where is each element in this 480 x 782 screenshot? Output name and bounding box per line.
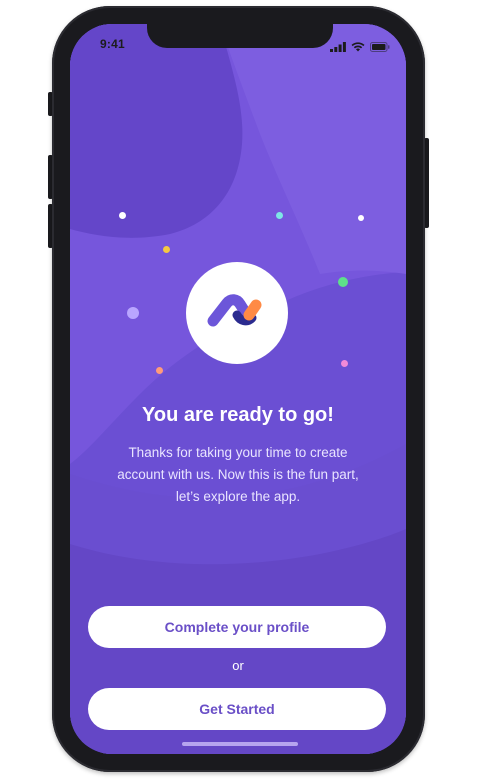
home-indicator xyxy=(182,742,298,746)
status-icons xyxy=(330,39,390,57)
page-title: You are ready to go! xyxy=(142,404,334,426)
wifi-icon xyxy=(351,39,365,57)
confetti-dot xyxy=(358,215,364,221)
confetti-dot xyxy=(163,246,170,253)
confetti-dot xyxy=(341,360,348,367)
logo-badge xyxy=(186,262,288,364)
notch xyxy=(147,24,333,48)
confetti-dot xyxy=(338,277,348,287)
stage: 9:41 You are ready to go! Thanks for tak… xyxy=(0,0,480,782)
get-started-button[interactable]: Get Started xyxy=(88,688,386,730)
or-separator: or xyxy=(232,658,244,673)
page-subtitle: Thanks for taking your time to create ac… xyxy=(117,445,359,504)
status-time: 9:41 xyxy=(100,37,125,51)
phone-screen: 9:41 You are ready to go! Thanks for tak… xyxy=(70,24,406,754)
confetti-dot xyxy=(156,367,163,374)
confetti-dot xyxy=(276,212,283,219)
battery-icon xyxy=(370,39,390,57)
confetti-dot xyxy=(119,212,126,219)
app-logo-icon xyxy=(207,291,267,336)
complete-profile-button[interactable]: Complete your profile xyxy=(88,606,386,648)
cellular-signal-icon xyxy=(330,39,346,57)
confetti-dot xyxy=(127,307,139,319)
